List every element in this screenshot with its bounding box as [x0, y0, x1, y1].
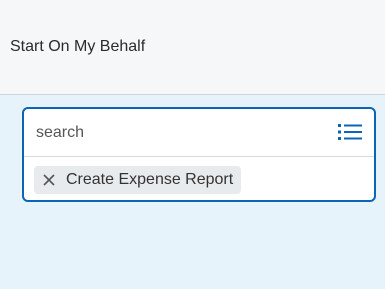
search-row	[24, 109, 374, 157]
selected-item-chip: Create Expense Report	[34, 166, 242, 194]
page-header: Start On My Behalf	[0, 0, 385, 95]
chip-label: Create Expense Report	[66, 171, 234, 188]
list-icon[interactable]	[336, 120, 364, 144]
page-title: Start On My Behalf	[10, 38, 146, 55]
search-input[interactable]	[36, 121, 326, 145]
prompt-field: Create Expense Report	[22, 107, 376, 202]
close-icon[interactable]	[40, 171, 58, 189]
content-panel: Create Expense Report	[0, 95, 385, 289]
